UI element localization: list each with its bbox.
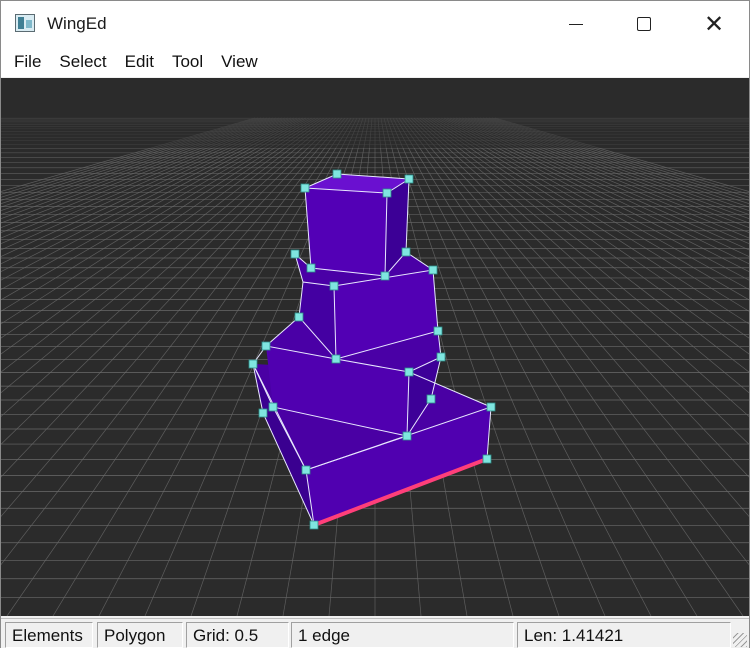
grid-line: [476, 117, 749, 212]
status-grid: Grid: 0.5: [186, 622, 289, 648]
status-bar: Elements Polygon Grid: 0.5 1 edge Len: 1…: [1, 618, 749, 648]
menu-edit[interactable]: Edit: [116, 47, 163, 77]
resize-grip[interactable]: [733, 633, 747, 647]
grid-line: [440, 117, 749, 281]
grid-line: [1, 117, 280, 219]
grid-line: [1, 117, 274, 212]
grid-line: [443, 117, 749, 272]
app-window: WingEd ✕ File Select Edit Tool View Elem…: [0, 0, 750, 648]
close-button[interactable]: ✕: [679, 1, 749, 47]
window-title: WingEd: [47, 14, 107, 33]
grid-line: [404, 117, 749, 517]
menu-tool[interactable]: Tool: [163, 47, 212, 77]
minimize-icon: [569, 23, 583, 25]
minimize-button[interactable]: [541, 1, 611, 47]
grid-line: [413, 117, 749, 417]
app-icon[interactable]: [15, 14, 35, 32]
title-bar[interactable]: WingEd ✕: [1, 1, 749, 47]
grid-line: [479, 117, 749, 208]
3d-viewport[interactable]: [1, 78, 749, 616]
menu-view[interactable]: View: [212, 47, 267, 77]
grid-line: [1, 117, 271, 208]
menu-file[interactable]: File: [5, 47, 50, 77]
grid-line: [431, 117, 749, 312]
status-length: Len: 1.41421: [517, 622, 731, 648]
close-icon: ✕: [703, 10, 725, 38]
grid-line: [446, 117, 749, 265]
grid-line: [1, 117, 265, 201]
grid-line: [437, 117, 749, 290]
menu-select[interactable]: Select: [50, 47, 115, 77]
status-selection: 1 edge: [291, 622, 514, 648]
grid-line: [449, 117, 749, 257]
grid-line: [395, 117, 698, 616]
status-mode: Elements: [5, 622, 93, 648]
grid-line: [425, 117, 749, 339]
viewport-canvas[interactable]: [1, 78, 749, 616]
mesh-face[interactable]: [305, 188, 387, 276]
grid-line: [488, 117, 749, 198]
grid-line: [1, 117, 262, 198]
horizon-fog: [1, 78, 749, 148]
grid-line: [485, 117, 749, 201]
grid-line: [422, 117, 749, 355]
grid-line: [398, 117, 744, 616]
maximize-button[interactable]: [609, 1, 679, 47]
grid-line: [482, 117, 749, 204]
grid-line: [470, 117, 749, 219]
menu-bar: File Select Edit Tool View: [1, 47, 749, 77]
grid-line: [428, 117, 749, 325]
maximize-icon: [637, 17, 651, 31]
grid-line: [1, 117, 268, 204]
grid-line: [410, 117, 749, 445]
grid-line: [407, 117, 749, 478]
status-element-type: Polygon: [97, 622, 183, 648]
